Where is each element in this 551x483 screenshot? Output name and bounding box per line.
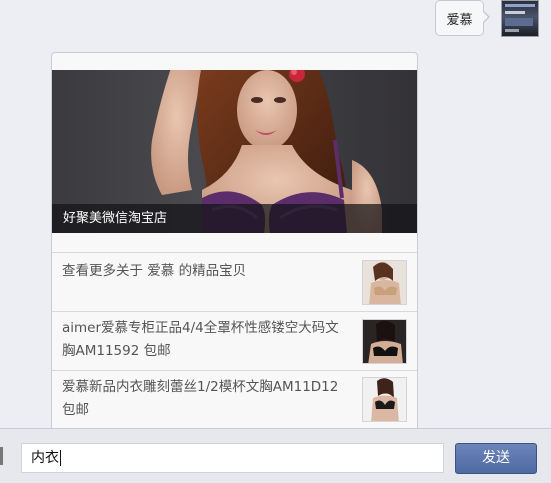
- send-button[interactable]: 发送: [455, 443, 537, 474]
- item-thumbnail: [362, 319, 407, 364]
- cover-image[interactable]: 好聚美微信淘宝店: [52, 70, 417, 233]
- toggle-handle[interactable]: [0, 447, 3, 465]
- list-item-title: 爱慕新品内衣雕刻蕾丝1/2模杯文胸AM11D12 包邮: [62, 379, 339, 418]
- news-card[interactable]: 好聚美微信淘宝店 查看更多关于 爱慕 的精品宝贝 aimer爱慕专柜正品4/4全…: [51, 52, 418, 432]
- message-input[interactable]: 内衣: [21, 443, 444, 473]
- outgoing-message-bubble[interactable]: 爱慕: [435, 0, 484, 36]
- chat-area: 爱慕 好聚美微信淘宝店 查看更多关于 爱慕 的精品宝贝 aimer爱慕专柜正品4…: [0, 0, 551, 432]
- list-item[interactable]: aimer爱慕专柜正品4/4全罩杯性感镂空大码文胸AM11592 包邮: [52, 311, 417, 370]
- message-input-value: 内衣: [31, 450, 59, 466]
- list-item[interactable]: 查看更多关于 爱慕 的精品宝贝: [52, 252, 417, 311]
- cover-caption: 好聚美微信淘宝店: [52, 204, 417, 233]
- bubble-tail: [482, 10, 490, 24]
- list-item-title: aimer爱慕专柜正品4/4全罩杯性感镂空大码文胸AM11592 包邮: [62, 320, 339, 359]
- list-item-title: 查看更多关于 爱慕 的精品宝贝: [62, 263, 247, 279]
- avatar[interactable]: [501, 0, 539, 37]
- item-thumbnail: [362, 377, 407, 422]
- item-thumbnail: [362, 260, 407, 305]
- input-bar: 内衣 发送: [0, 428, 551, 483]
- outgoing-message-text: 爱慕: [446, 12, 473, 28]
- text-caret: [60, 450, 61, 466]
- list-item[interactable]: 爱慕新品内衣雕刻蕾丝1/2模杯文胸AM11D12 包邮: [52, 370, 417, 431]
